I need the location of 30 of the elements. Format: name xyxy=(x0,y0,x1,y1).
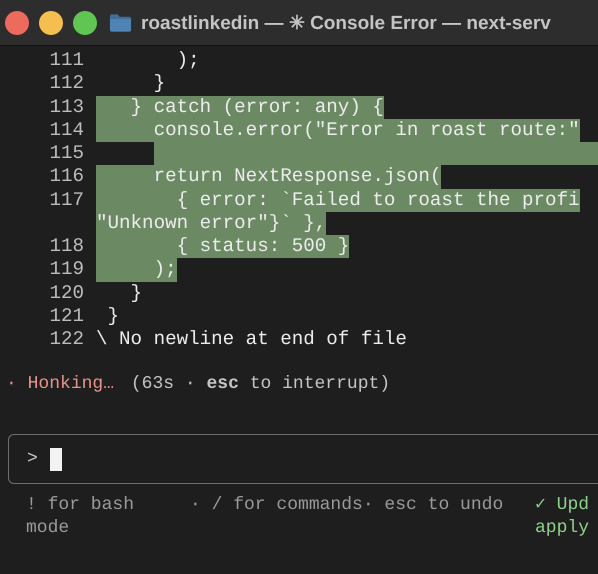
line-number: 119 xyxy=(48,258,85,282)
line-number: 112 xyxy=(48,72,85,96)
spinner: · xyxy=(5,374,17,394)
status-verb: Honking… xyxy=(28,374,114,394)
line-number: 113 xyxy=(48,96,85,119)
code-line: } xyxy=(106,304,120,328)
line-number: 122 xyxy=(48,328,85,352)
line-number: 118 xyxy=(48,235,85,258)
line-number: 116 xyxy=(48,165,85,188)
hint-text: ! for bash mode xyxy=(26,494,136,540)
folder-icon xyxy=(109,12,132,32)
minimize-button[interactable] xyxy=(39,10,63,34)
line-number: 111 xyxy=(48,49,85,72)
window-title: roastlinkedin — ✳ Console Error — next-serv xyxy=(141,12,551,34)
line-number: 120 xyxy=(48,282,85,305)
code-line: ); xyxy=(176,49,200,72)
prompt-input[interactable]: > xyxy=(8,434,598,484)
code-line: } xyxy=(152,72,166,96)
text-cursor xyxy=(50,448,62,471)
line-number: 114 xyxy=(48,118,85,142)
status-detail: (63s · esc to interrupt) xyxy=(130,374,390,394)
code-line: } xyxy=(130,282,142,305)
line-number: 121 xyxy=(48,304,85,328)
close-button[interactable] xyxy=(5,10,29,34)
line-number: 117 xyxy=(48,188,85,212)
update-notice: ✓ Upd apply xyxy=(535,494,590,540)
code-line: \ No newline at end of file xyxy=(96,328,407,352)
zoom-button[interactable] xyxy=(73,10,97,34)
line-number: 115 xyxy=(48,142,85,166)
hint-text: · / for commands· esc to undo xyxy=(190,494,504,518)
